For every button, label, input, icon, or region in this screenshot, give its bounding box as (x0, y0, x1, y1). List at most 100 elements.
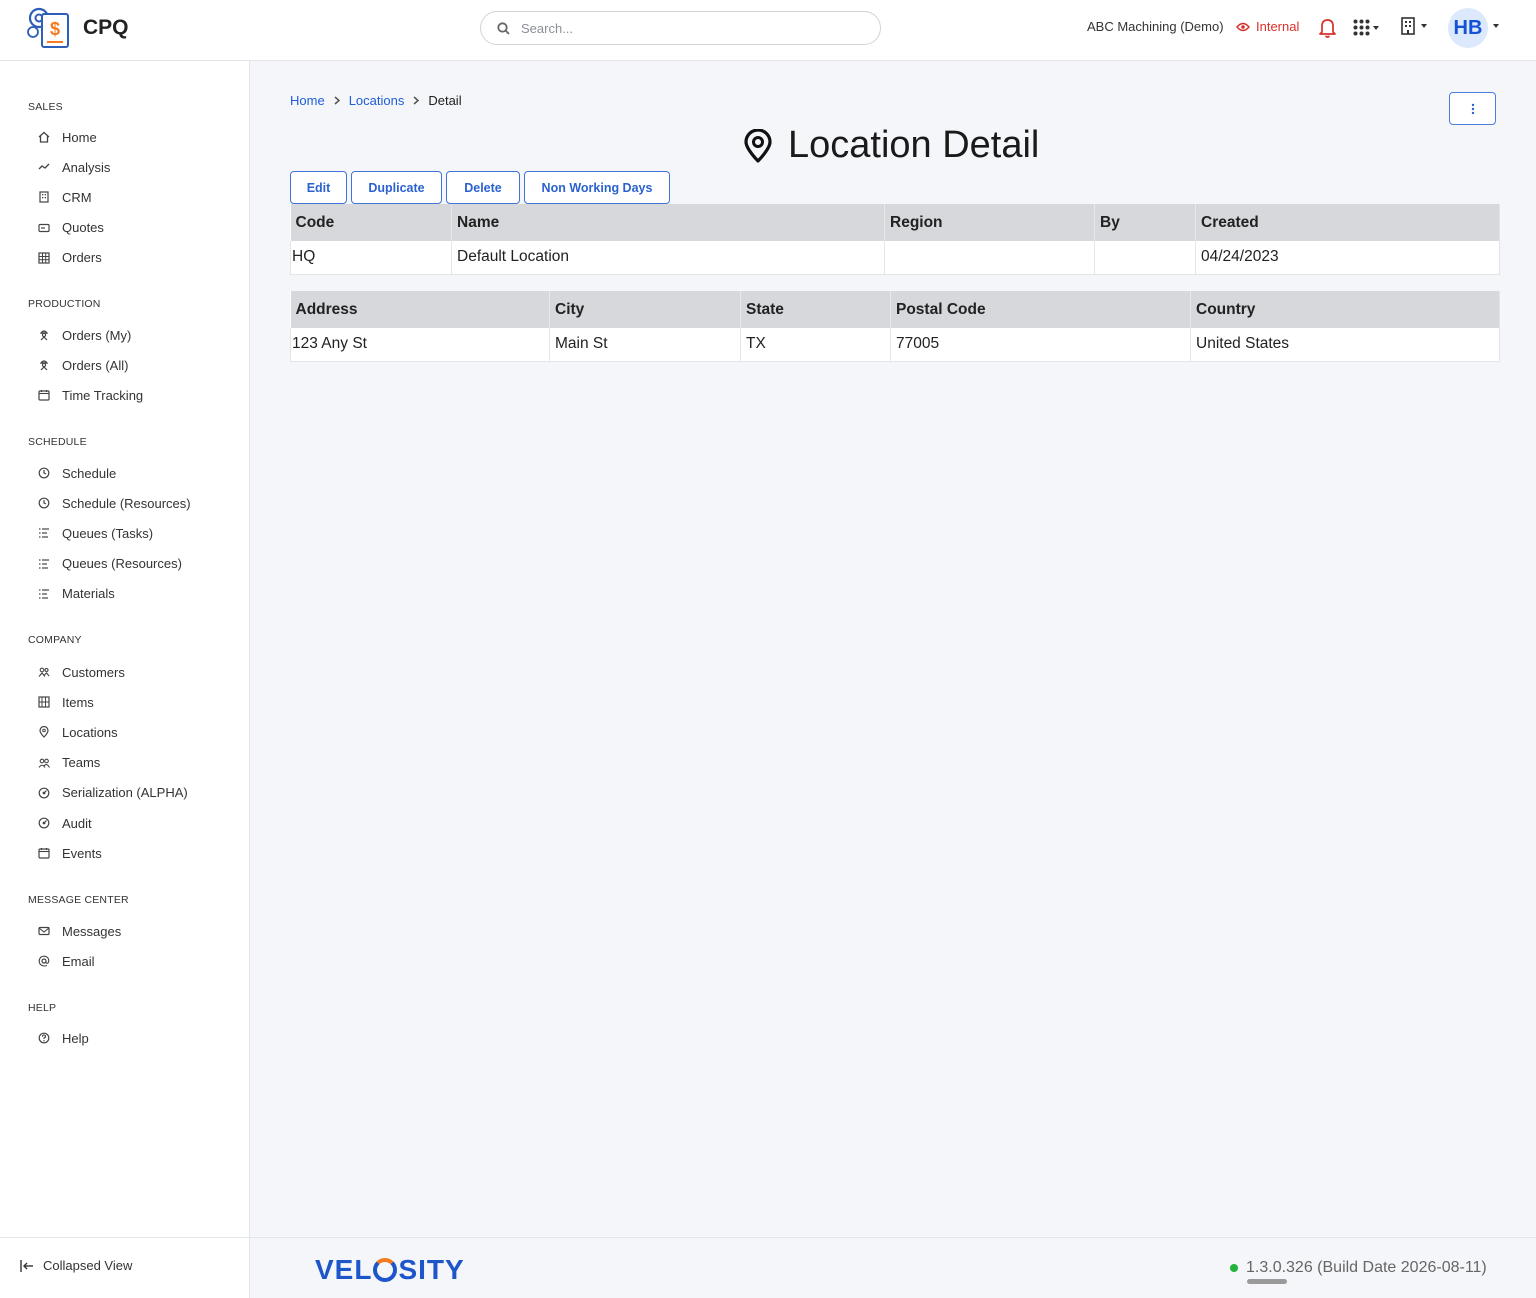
sidebar-item-label: Quotes (62, 220, 104, 236)
brand-text-start: VEL (315, 1254, 373, 1285)
quote-icon (37, 221, 51, 235)
sidebar-item-label: Analysis (62, 159, 111, 175)
trend-icon (37, 160, 51, 174)
non-working-days-button[interactable]: Non Working Days (524, 171, 670, 204)
sidebar-item-teams[interactable]: Teams (37, 753, 100, 773)
collapsed-view-button[interactable]: Collapsed View (20, 1258, 132, 1273)
column-header-state[interactable]: State (740, 291, 891, 328)
boxes-icon (37, 695, 51, 709)
sidebar-item-materials[interactable]: Materials (37, 584, 115, 604)
cell-postal-code: 77005 (890, 328, 1191, 362)
sidebar-item-label: Materials (62, 586, 115, 602)
user-avatar[interactable]: HB (1448, 8, 1488, 48)
action-buttons: Edit Duplicate Delete Non Working Days (290, 171, 670, 204)
notifications-bell-icon[interactable] (1318, 17, 1337, 38)
map-pin-icon (744, 128, 772, 163)
page-title: Location Detail (742, 124, 1039, 167)
organization-menu[interactable] (1400, 17, 1427, 35)
column-header-by[interactable]: By (1094, 204, 1196, 241)
list-icon (37, 587, 51, 601)
column-header-address[interactable]: Address (290, 291, 550, 328)
velosity-logo: VEL SITY (315, 1254, 465, 1286)
sidebar-item-label: Items (62, 694, 94, 710)
sidebar-item-label: Teams (62, 755, 101, 771)
column-header-created[interactable]: Created (1195, 204, 1500, 241)
column-header-region[interactable]: Region (884, 204, 1095, 241)
sidebar-item-messages[interactable]: Messages (37, 921, 121, 941)
sidebar-item-quotes[interactable]: Quotes (37, 218, 104, 238)
breadcrumb-locations[interactable]: Locations (349, 93, 405, 108)
clock-icon (37, 496, 51, 510)
sidebar-item-label: Events (62, 845, 102, 861)
kebab-menu-icon (1471, 103, 1474, 114)
apps-menu[interactable] (1353, 19, 1379, 36)
company-name[interactable]: ABC Machining (Demo) (1087, 19, 1224, 34)
breadcrumb-home[interactable]: Home (290, 93, 325, 108)
search-input[interactable] (521, 18, 861, 38)
calendar-icon (37, 388, 51, 402)
column-header-country[interactable]: Country (1190, 291, 1500, 328)
users-icon (37, 665, 51, 679)
sidebar-item-orders-my[interactable]: Orders (My) (37, 325, 131, 345)
sidebar-item-home[interactable]: Home (37, 127, 97, 147)
version-info: 1.3.0.326 (Build Date 2026-08-11) (1230, 1259, 1487, 1277)
sidebar-item-serialization-alpha[interactable]: Serialization (ALPHA) (37, 783, 188, 803)
brand-text-end: SITY (398, 1254, 465, 1285)
sidebar-section-message-center: MESSAGE CENTER (28, 894, 129, 906)
chevron-right-icon (334, 96, 340, 105)
dial-icon (37, 786, 51, 800)
sidebar-item-label: Orders (62, 250, 102, 266)
chevron-down-icon[interactable] (1493, 24, 1499, 28)
sidebar-item-orders[interactable]: Orders (37, 248, 102, 268)
sidebar-item-email[interactable]: Email (37, 951, 95, 971)
column-header-name[interactable]: Name (451, 204, 885, 241)
edit-button[interactable]: Edit (290, 171, 347, 204)
page-title-text: Location Detail (788, 124, 1040, 166)
more-options-button[interactable] (1449, 92, 1496, 125)
sidebar-item-analysis[interactable]: Analysis (37, 157, 110, 177)
sidebar-item-queues-tasks[interactable]: Queues (Tasks) (37, 523, 153, 543)
building-icon (1401, 17, 1415, 35)
column-header-code[interactable]: Code (290, 204, 452, 241)
collapsed-view-label: Collapsed View (43, 1258, 133, 1273)
sidebar-item-schedule[interactable]: Schedule (37, 463, 116, 483)
sidebar-item-orders-all[interactable]: Orders (All) (37, 355, 128, 375)
status-dot-icon (1230, 1264, 1238, 1272)
cell-by (1094, 241, 1196, 275)
sidebar-item-items[interactable]: Items (37, 692, 94, 712)
building-icon (37, 190, 51, 204)
worker-icon (37, 328, 51, 342)
sidebar-divider (0, 1237, 249, 1238)
team-icon (37, 756, 51, 770)
column-header-city[interactable]: City (549, 291, 741, 328)
sidebar-item-customers[interactable]: Customers (37, 662, 125, 682)
table-row: 123 Any St Main St TX 77005 United State… (290, 328, 1500, 362)
footer-divider (250, 1237, 1536, 1238)
duplicate-button[interactable]: Duplicate (351, 171, 442, 204)
cell-address: 123 Any St (290, 328, 550, 362)
sidebar-item-crm[interactable]: CRM (37, 187, 92, 207)
search-box[interactable] (480, 11, 881, 45)
internal-mode-toggle[interactable]: Internal (1236, 19, 1299, 34)
scrollbar-thumb[interactable] (1247, 1279, 1287, 1284)
delete-button[interactable]: Delete (446, 171, 520, 204)
sidebar-item-queues-resources[interactable]: Queues (Resources) (37, 554, 182, 574)
sidebar-item-time-tracking[interactable]: Time Tracking (37, 385, 143, 405)
help-icon (37, 1031, 51, 1045)
cpq-logo-icon[interactable]: $ (26, 6, 74, 50)
eye-icon (1236, 22, 1250, 31)
sidebar-item-label: Email (62, 953, 95, 969)
sidebar-item-label: Locations (62, 724, 118, 740)
sidebar-item-locations[interactable]: Locations (37, 722, 118, 742)
sidebar-item-events[interactable]: Events (37, 843, 102, 863)
clock-icon (37, 466, 51, 480)
sidebar-item-label: Customers (62, 664, 125, 680)
column-header-postal-code[interactable]: Postal Code (890, 291, 1191, 328)
sidebar-item-schedule-resources[interactable]: Schedule (Resources) (37, 493, 191, 513)
sidebar-item-label: CRM (62, 189, 92, 205)
calendar-icon (37, 846, 51, 860)
sidebar-item-audit[interactable]: Audit (37, 813, 92, 833)
sidebar-item-help[interactable]: Help (37, 1028, 89, 1048)
sidebar-item-label: Help (62, 1030, 89, 1046)
breadcrumb: Home Locations Detail (290, 93, 462, 108)
